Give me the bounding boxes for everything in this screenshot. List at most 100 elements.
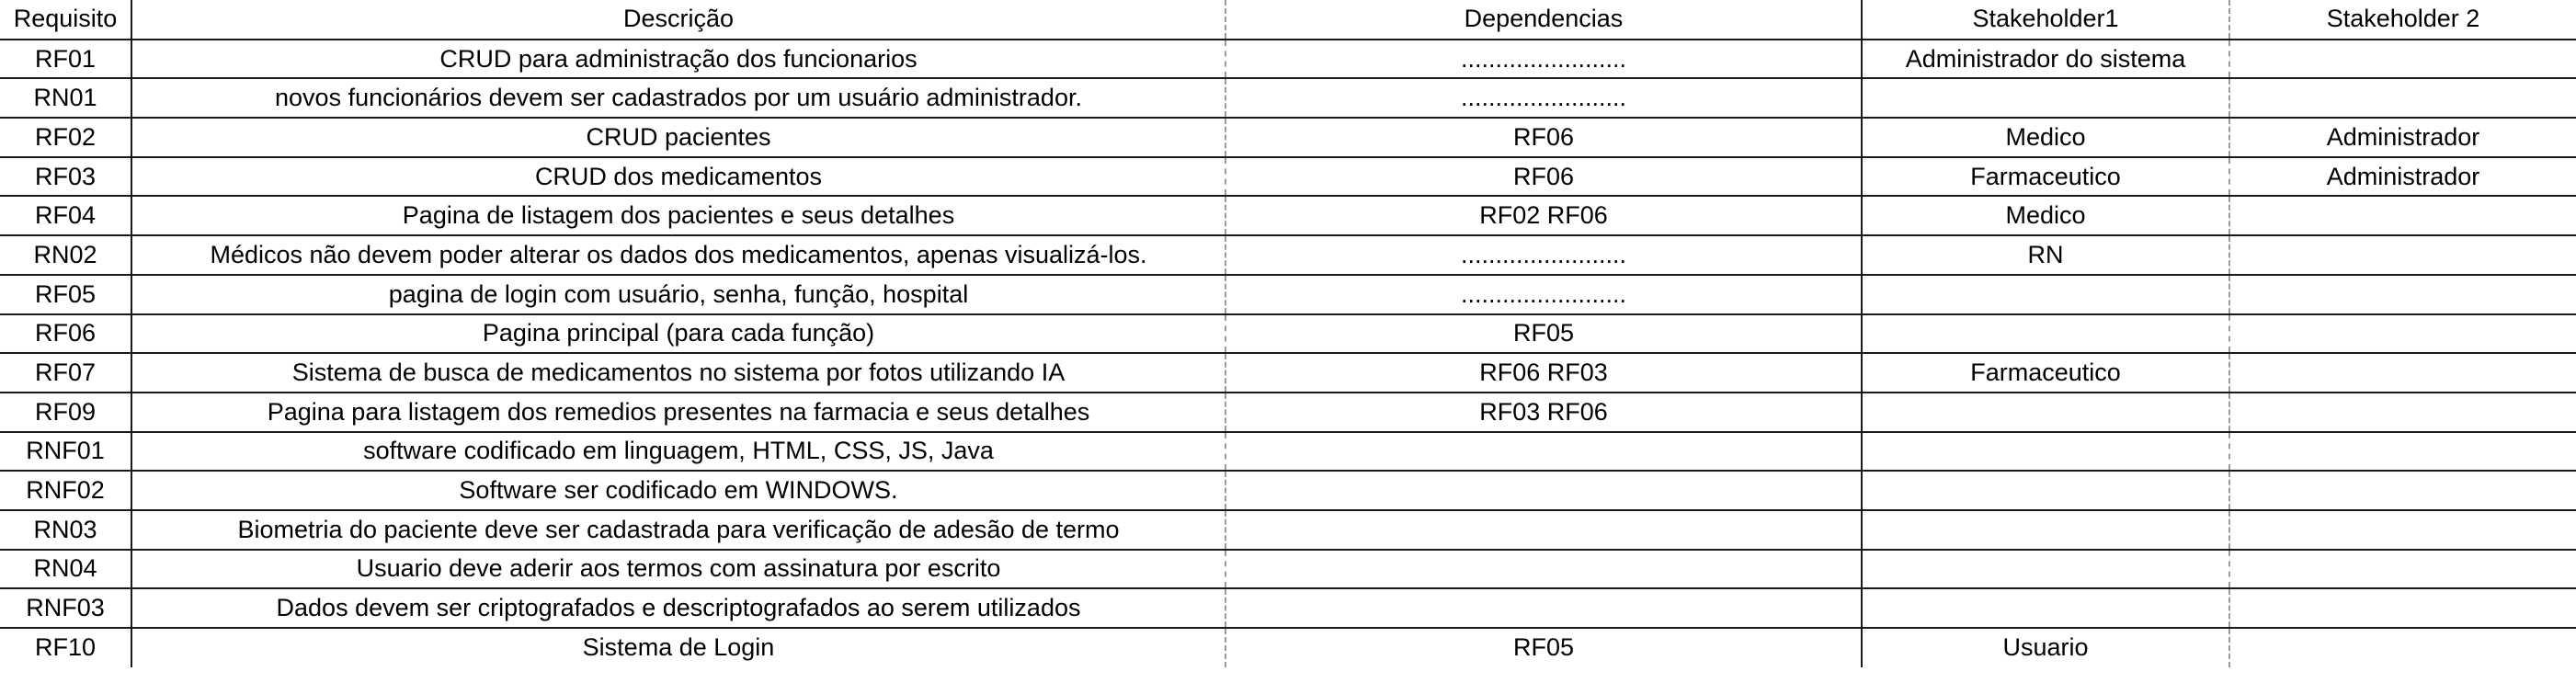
- cell-stakeholder2[interactable]: [2229, 431, 2576, 472]
- cell-requisito[interactable]: RNF01: [0, 431, 132, 472]
- cell-stakeholder2[interactable]: [2229, 274, 2576, 315]
- cell-requisito[interactable]: RF09: [0, 392, 132, 433]
- cell-stakeholder1[interactable]: Farmaceutico: [1862, 353, 2230, 393]
- cell-stakeholder2[interactable]: [2229, 471, 2576, 511]
- cell-stakeholder2[interactable]: [2229, 313, 2576, 355]
- header-dependencias[interactable]: Dependencias: [1225, 0, 1863, 40]
- cell-descricao[interactable]: Sistema de Login: [131, 628, 1226, 667]
- cell-requisito[interactable]: RN04: [0, 549, 132, 590]
- cell-stakeholder1[interactable]: Medico: [1862, 196, 2230, 237]
- cell-requisito[interactable]: RN03: [0, 509, 132, 551]
- cell-stakeholder2[interactable]: [2229, 353, 2576, 393]
- cell-dependencias[interactable]: RF03 RF06: [1225, 392, 1863, 433]
- table-row: RF09 Pagina para listagem dos remedios p…: [0, 392, 2576, 433]
- cell-requisito[interactable]: RNF02: [0, 471, 132, 511]
- cell-requisito[interactable]: RF07: [0, 353, 132, 393]
- cell-descricao[interactable]: Pagina principal (para cada função): [131, 313, 1226, 355]
- cell-stakeholder1[interactable]: Administrador do sistema: [1862, 39, 2230, 80]
- cell-descricao[interactable]: pagina de login com usuário, senha, funç…: [131, 274, 1226, 315]
- cell-stakeholder2[interactable]: [2229, 628, 2576, 667]
- table-row: RN01 novos funcionários devem ser cadast…: [0, 78, 2576, 120]
- cell-descricao[interactable]: Pagina de listagem dos pacientes e seus …: [131, 196, 1226, 237]
- cell-dependencias[interactable]: [1225, 509, 1863, 551]
- header-stakeholder1[interactable]: Stakeholder1: [1862, 0, 2230, 40]
- cell-requisito[interactable]: RN02: [0, 235, 132, 276]
- table-row: RN04 Usuario deve aderir aos termos com …: [0, 549, 2576, 590]
- cell-requisito[interactable]: RF04: [0, 196, 132, 237]
- cell-descricao[interactable]: Biometria do paciente deve ser cadastrad…: [131, 509, 1226, 551]
- cell-stakeholder2[interactable]: [2229, 235, 2576, 276]
- cell-stakeholder2[interactable]: [2229, 78, 2576, 120]
- table-row: RN03 Biometria do paciente deve ser cada…: [0, 509, 2576, 551]
- header-requisito[interactable]: Requisito: [0, 0, 132, 40]
- cell-dependencias[interactable]: RF05: [1225, 628, 1863, 667]
- header-descricao[interactable]: Descrição: [131, 0, 1226, 40]
- cell-dependencias[interactable]: ........................: [1225, 235, 1863, 276]
- cell-stakeholder1[interactable]: [1862, 588, 2230, 629]
- cell-stakeholder2[interactable]: [2229, 392, 2576, 433]
- cell-descricao[interactable]: novos funcionários devem ser cadastrados…: [131, 78, 1226, 120]
- cell-stakeholder2[interactable]: [2229, 196, 2576, 237]
- cell-descricao[interactable]: software codificado em linguagem, HTML, …: [131, 431, 1226, 472]
- cell-dependencias[interactable]: [1225, 588, 1863, 629]
- header-stakeholder2[interactable]: Stakeholder 2: [2229, 0, 2576, 40]
- cell-descricao[interactable]: CRUD para administração dos funcionarios: [131, 39, 1226, 80]
- cell-stakeholder1[interactable]: [1862, 274, 2230, 315]
- cell-dependencias[interactable]: ........................: [1225, 274, 1863, 315]
- cell-descricao[interactable]: Médicos não devem poder alterar os dados…: [131, 235, 1226, 276]
- requirements-table: Requisito Descrição Dependencias Stakeho…: [0, 0, 2576, 667]
- cell-descricao[interactable]: Usuario deve aderir aos termos com assin…: [131, 549, 1226, 590]
- cell-stakeholder2[interactable]: [2229, 39, 2576, 80]
- cell-dependencias[interactable]: [1225, 471, 1863, 511]
- cell-stakeholder1[interactable]: [1862, 549, 2230, 590]
- cell-stakeholder2[interactable]: [2229, 549, 2576, 590]
- cell-requisito[interactable]: RNF03: [0, 588, 132, 629]
- cell-stakeholder1[interactable]: [1862, 78, 2230, 120]
- cell-requisito[interactable]: RF03: [0, 156, 132, 198]
- cell-descricao[interactable]: CRUD dos medicamentos: [131, 156, 1226, 198]
- cell-dependencias[interactable]: RF05: [1225, 313, 1863, 355]
- cell-descricao[interactable]: CRUD pacientes: [131, 118, 1226, 158]
- cell-dependencias[interactable]: RF06: [1225, 118, 1863, 158]
- table-row: RF02 CRUD pacientes RF06 Medico Administ…: [0, 118, 2576, 158]
- cell-stakeholder1[interactable]: Medico: [1862, 118, 2230, 158]
- cell-descricao[interactable]: Dados devem ser criptografados e descrip…: [131, 588, 1226, 629]
- cell-stakeholder1[interactable]: Usuario: [1862, 628, 2230, 667]
- cell-requisito[interactable]: RF01: [0, 39, 132, 80]
- cell-stakeholder1[interactable]: [1862, 431, 2230, 472]
- cell-dependencias[interactable]: ........................: [1225, 39, 1863, 80]
- cell-stakeholder1[interactable]: RN: [1862, 235, 2230, 276]
- table-row: RF05 pagina de login com usuário, senha,…: [0, 274, 2576, 315]
- table-row: RF10 Sistema de Login RF05 Usuario: [0, 628, 2576, 667]
- cell-requisito[interactable]: RF06: [0, 313, 132, 355]
- cell-stakeholder1[interactable]: [1862, 509, 2230, 551]
- cell-dependencias[interactable]: [1225, 431, 1863, 472]
- table-body: RF01 CRUD para administração dos funcion…: [0, 39, 2576, 667]
- cell-stakeholder1[interactable]: [1862, 471, 2230, 511]
- cell-dependencias[interactable]: [1225, 549, 1863, 590]
- cell-requisito[interactable]: RF10: [0, 628, 132, 667]
- table-row: RF03 CRUD dos medicamentos RF06 Farmaceu…: [0, 156, 2576, 198]
- cell-requisito[interactable]: RN01: [0, 78, 132, 120]
- cell-requisito[interactable]: RF02: [0, 118, 132, 158]
- table-row: RNF02 Software ser codificado em WINDOWS…: [0, 471, 2576, 511]
- cell-dependencias[interactable]: RF06: [1225, 156, 1863, 198]
- cell-stakeholder1[interactable]: Farmaceutico: [1862, 156, 2230, 198]
- cell-descricao[interactable]: Software ser codificado em WINDOWS.: [131, 471, 1226, 511]
- cell-stakeholder2[interactable]: Administrador: [2229, 118, 2576, 158]
- cell-dependencias[interactable]: RF02 RF06: [1225, 196, 1863, 237]
- table-row: RF04 Pagina de listagem dos pacientes e …: [0, 196, 2576, 237]
- cell-requisito[interactable]: RF05: [0, 274, 132, 315]
- cell-stakeholder1[interactable]: [1862, 313, 2230, 355]
- cell-dependencias[interactable]: ........................: [1225, 78, 1863, 120]
- cell-stakeholder2[interactable]: [2229, 588, 2576, 629]
- cell-descricao[interactable]: Pagina para listagem dos remedios presen…: [131, 392, 1226, 433]
- cell-descricao[interactable]: Sistema de busca de medicamentos no sist…: [131, 353, 1226, 393]
- cell-stakeholder2[interactable]: Administrador: [2229, 156, 2576, 198]
- cell-stakeholder2[interactable]: [2229, 509, 2576, 551]
- table-row: RF01 CRUD para administração dos funcion…: [0, 39, 2576, 80]
- table-row: RN02 Médicos não devem poder alterar os …: [0, 235, 2576, 276]
- cell-stakeholder1[interactable]: [1862, 392, 2230, 433]
- header-row: Requisito Descrição Dependencias Stakeho…: [0, 0, 2576, 40]
- cell-dependencias[interactable]: RF06 RF03: [1225, 353, 1863, 393]
